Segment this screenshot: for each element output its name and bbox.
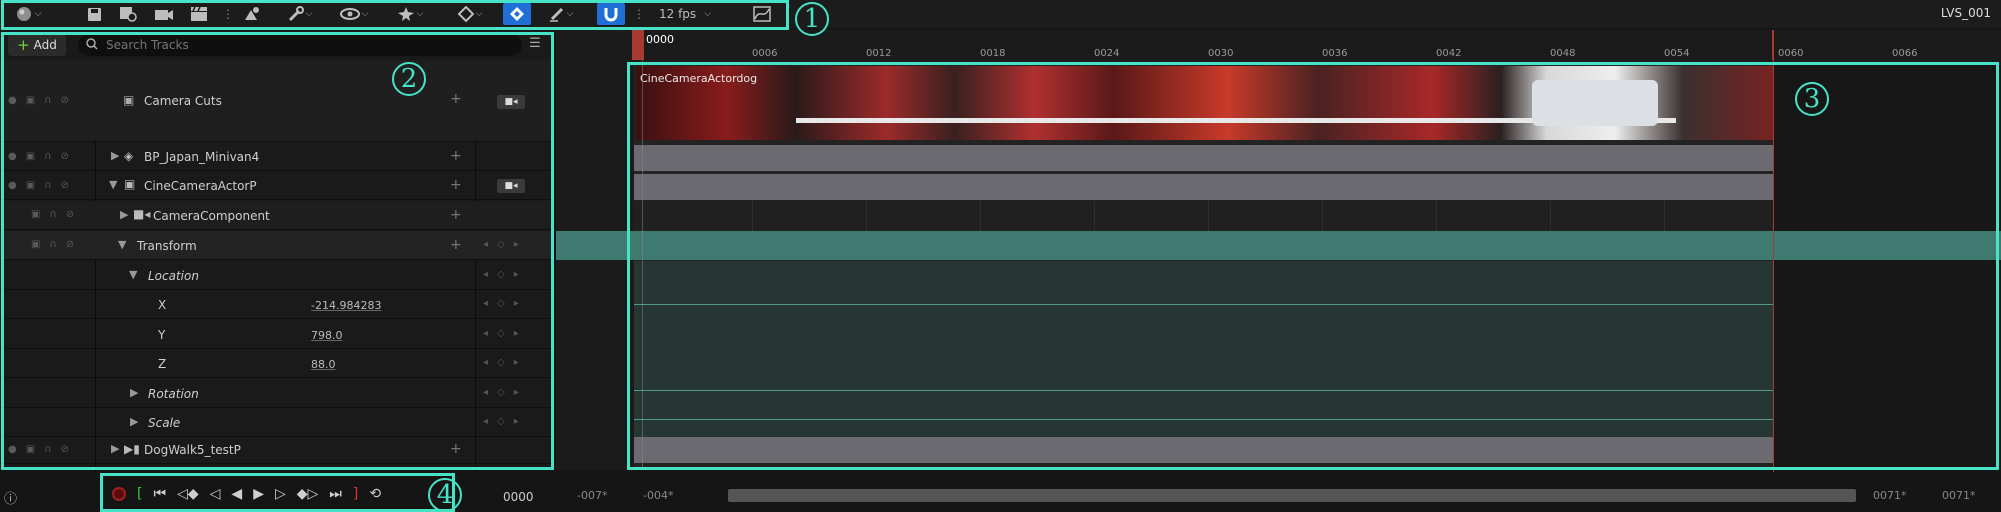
ruler-tick: 0036 — [1322, 48, 1348, 59]
working-range-start[interactable]: -004* — [643, 489, 673, 502]
sequence-name: LVS_001 — [1940, 6, 1991, 20]
ruler-tick: 0042 — [1436, 48, 1462, 59]
callout-box-toolbar — [1, 0, 789, 30]
callout-box-transport — [100, 473, 455, 512]
callout-number: 3 — [1795, 82, 1829, 116]
info-icon[interactable]: ⓘ — [4, 488, 17, 507]
ruler-tick: 0048 — [1550, 48, 1576, 59]
callout-box-timeline — [627, 62, 1999, 470]
callout-number: 2 — [392, 62, 426, 96]
ruler-tick: 0054 — [1664, 48, 1690, 59]
end-marker[interactable] — [1772, 30, 1774, 60]
ruler-tick: 0024 — [1094, 48, 1120, 59]
frame-display[interactable]: 0000 — [503, 490, 534, 504]
timeline-scrollbar[interactable] — [728, 489, 1856, 502]
view-range-end[interactable]: 0071* — [1942, 489, 1976, 502]
current-frame-box[interactable]: 0000 — [632, 30, 714, 48]
ruler-tick: 0012 — [866, 48, 892, 59]
callout-number: 1 — [795, 2, 829, 36]
callout-box-outliner — [1, 32, 554, 470]
current-frame-label: 0000 — [646, 33, 674, 46]
playhead-handle[interactable] — [632, 30, 644, 60]
ruler-tick: 0030 — [1208, 48, 1234, 59]
callout-number: 4 — [428, 478, 462, 512]
ruler-tick: 0018 — [980, 48, 1006, 59]
ruler-tick: 0060 — [1778, 48, 1804, 59]
working-range-end[interactable]: 0071* — [1873, 489, 1907, 502]
ruler-tick: 0066 — [1892, 48, 1918, 59]
ruler-tick: 0006 — [752, 48, 778, 59]
view-range-start[interactable]: -007* — [577, 489, 607, 502]
